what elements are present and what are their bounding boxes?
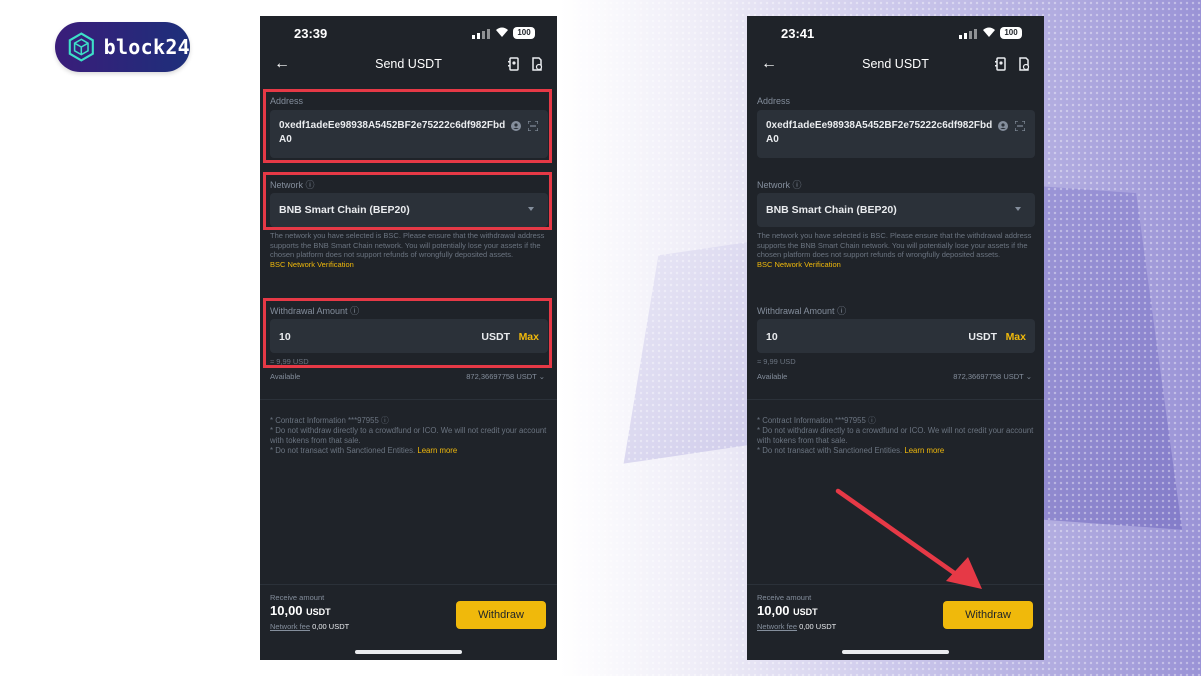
info-icon[interactable]: ⓘ [381, 416, 389, 425]
home-indicator [842, 650, 949, 654]
amount-label: Withdrawal Amount ⓘ [757, 306, 847, 316]
network-warning: The network you have selected is BSC. Pl… [757, 231, 1032, 269]
bsc-verification-link[interactable]: BSC Network Verification [757, 260, 841, 269]
amount-approx: ≈ 9,99 USD [270, 357, 309, 366]
status-bar: 23:41 100 [747, 26, 1044, 42]
learn-more-link[interactable]: Learn more [904, 446, 944, 455]
amount-label: Withdrawal Amount ⓘ [270, 306, 360, 316]
amount-input[interactable]: 10 [279, 331, 291, 343]
page-header: ← Send USDT [260, 54, 557, 76]
contract-info: * Contract Information ***97955 ⓘ [757, 416, 876, 425]
info-icon[interactable]: ⓘ [868, 416, 876, 425]
info-icon[interactable]: ⓘ [350, 306, 359, 316]
amount-unit: USDT [968, 331, 997, 343]
network-fee-link[interactable]: Network fee [757, 622, 797, 631]
chevron-down-icon: ⌄ [1025, 372, 1032, 381]
info-line: * Do not transact with Sanctioned Entiti… [757, 446, 903, 455]
info-section: * Contract Information ***97955 ⓘ * Do n… [757, 416, 1037, 456]
scan-icon[interactable] [1015, 121, 1025, 131]
history-icon[interactable] [1018, 57, 1030, 71]
receive-label: Receive amount [270, 593, 325, 602]
network-label: Network ⓘ [270, 180, 315, 190]
page-header: ← Send USDT [747, 54, 1044, 76]
brand-logo: block24 [55, 22, 190, 72]
status-bar: 23:39 100 [260, 26, 557, 42]
receive-amount: 10,00 USDT [757, 603, 818, 618]
scan-icon[interactable] [528, 121, 538, 131]
available-value[interactable]: 872,36697758 USDT ⌄ [953, 372, 1032, 381]
footer-bar: Receive amount 10,00 USDT Network fee 0,… [260, 584, 557, 660]
available-value[interactable]: 872,36697758 USDT ⌄ [466, 372, 545, 381]
network-select[interactable]: BNB Smart Chain (BEP20) [270, 193, 548, 227]
status-time: 23:39 [294, 26, 328, 41]
address-input[interactable]: 0xedf1adeEe98938A5452BF2e75222c6df982Fbd… [766, 119, 996, 147]
info-line: * Do not withdraw directly to a crowdfun… [757, 426, 1034, 445]
network-selected: BNB Smart Chain (BEP20) [766, 204, 897, 216]
amount-input[interactable]: 10 [766, 331, 778, 343]
max-button[interactable]: Max [519, 331, 539, 343]
info-icon[interactable]: ⓘ [837, 306, 846, 316]
address-book-icon[interactable] [995, 57, 1007, 71]
receive-label: Receive amount [757, 593, 812, 602]
divider [260, 399, 557, 400]
address-book-icon[interactable] [508, 57, 520, 71]
signal-icon [472, 28, 490, 39]
history-icon[interactable] [531, 57, 543, 71]
network-fee: Network fee 0,00 USDT [757, 622, 837, 631]
home-indicator [355, 650, 462, 654]
status-time: 23:41 [781, 26, 815, 41]
address-input[interactable]: 0xedf1adeEe98938A5452BF2e75222c6df982Fbd… [279, 119, 509, 147]
amount-field[interactable]: 10 USDT Max [270, 319, 548, 353]
receive-amount: 10,00 USDT [270, 603, 331, 618]
address-label: Address [757, 96, 791, 106]
chevron-down-icon [1015, 207, 1021, 211]
bsc-verification-link[interactable]: BSC Network Verification [270, 260, 354, 269]
network-fee: Network fee 0,00 USDT [270, 622, 350, 631]
cube-logo-icon [68, 32, 94, 62]
max-button[interactable]: Max [1006, 331, 1026, 343]
divider [747, 399, 1044, 400]
address-field[interactable]: 0xedf1adeEe98938A5452BF2e75222c6df982Fbd… [757, 110, 1035, 158]
contact-icon[interactable] [511, 121, 521, 131]
amount-approx: ≈ 9,99 USD [757, 357, 796, 366]
wifi-icon [983, 27, 995, 37]
battery-icon: 100 [513, 27, 535, 39]
phone-screen-1: 23:39 100 ← Send USDT Address 0xedf1adeE… [260, 16, 557, 660]
available-label: Available [757, 372, 788, 381]
withdraw-button[interactable]: Withdraw [943, 601, 1033, 629]
brand-name: block24 [103, 35, 190, 59]
network-label: Network ⓘ [757, 180, 802, 190]
signal-icon [959, 28, 977, 39]
chevron-down-icon [528, 207, 534, 211]
withdraw-button[interactable]: Withdraw [456, 601, 546, 629]
info-icon[interactable]: ⓘ [306, 180, 315, 190]
info-icon[interactable]: ⓘ [793, 180, 802, 190]
network-warning: The network you have selected is BSC. Pl… [270, 231, 545, 269]
network-select[interactable]: BNB Smart Chain (BEP20) [757, 193, 1035, 227]
contract-info: * Contract Information ***97955 ⓘ [270, 416, 389, 425]
amount-unit: USDT [481, 331, 510, 343]
info-line: * Do not transact with Sanctioned Entiti… [270, 446, 416, 455]
footer-bar: Receive amount 10,00 USDT Network fee 0,… [747, 584, 1044, 660]
address-label: Address [270, 96, 304, 106]
address-field[interactable]: 0xedf1adeEe98938A5452BF2e75222c6df982Fbd… [270, 110, 548, 158]
network-selected: BNB Smart Chain (BEP20) [279, 204, 410, 216]
amount-field[interactable]: 10 USDT Max [757, 319, 1035, 353]
wifi-icon [496, 27, 508, 37]
contact-icon[interactable] [998, 121, 1008, 131]
info-line: * Do not withdraw directly to a crowdfun… [270, 426, 547, 445]
info-section: * Contract Information ***97955 ⓘ * Do n… [270, 416, 550, 456]
chevron-down-icon: ⌄ [538, 372, 545, 381]
available-label: Available [270, 372, 301, 381]
network-fee-link[interactable]: Network fee [270, 622, 310, 631]
learn-more-link[interactable]: Learn more [417, 446, 457, 455]
battery-icon: 100 [1000, 27, 1022, 39]
red-arrow-icon [835, 488, 982, 589]
